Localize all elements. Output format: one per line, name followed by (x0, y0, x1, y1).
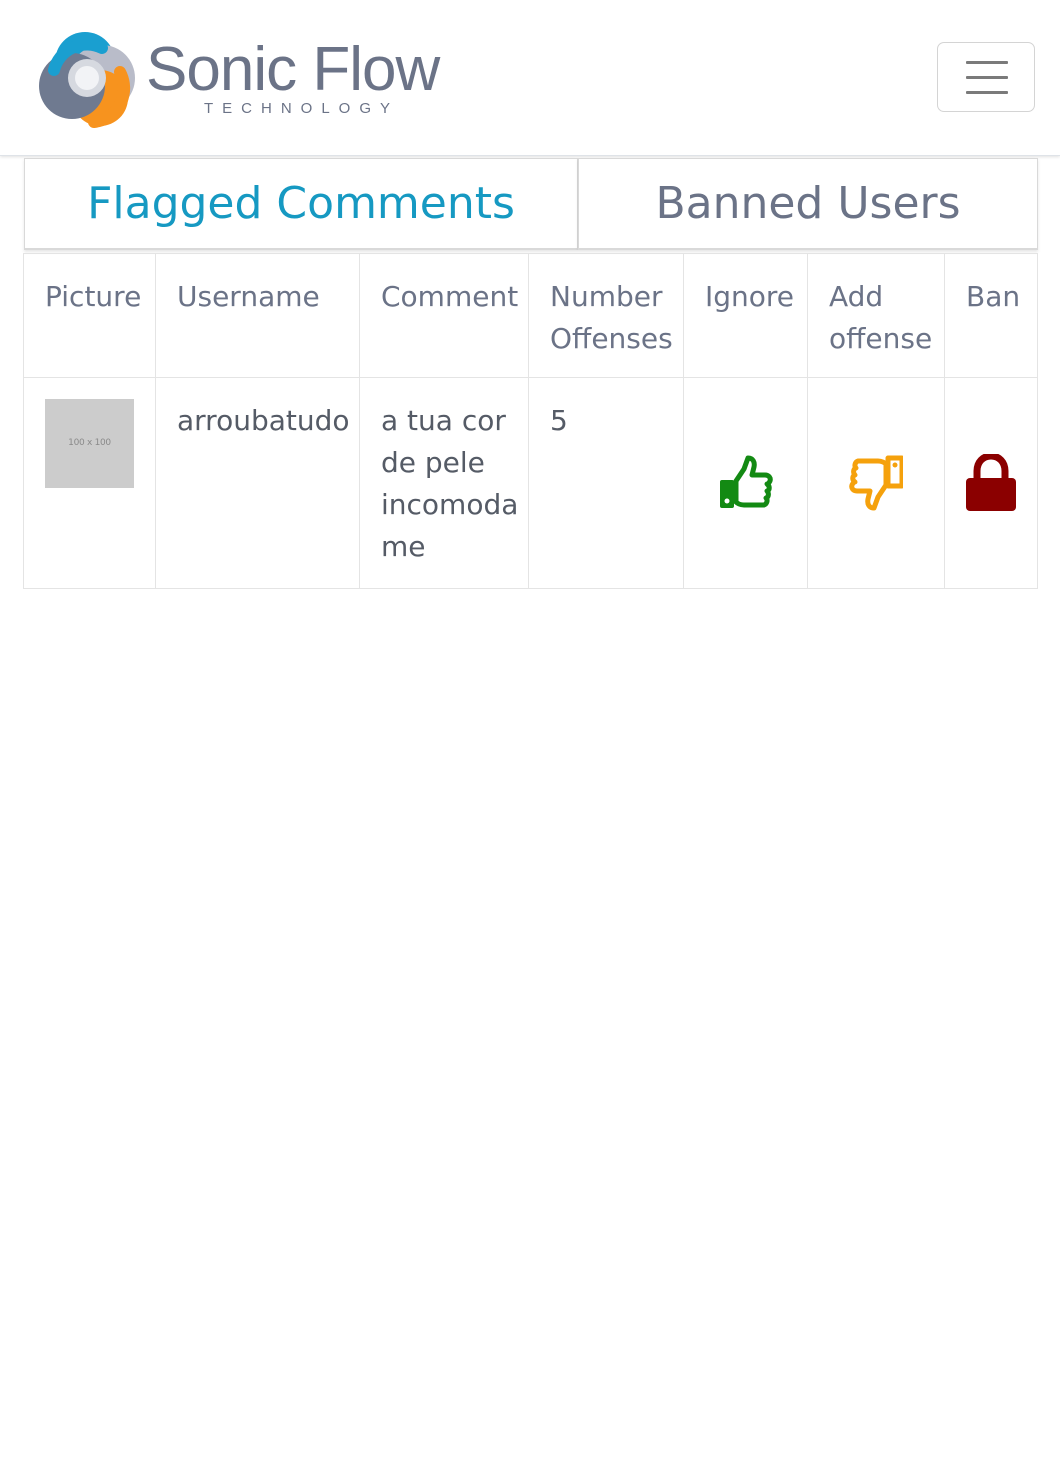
menu-toggle-button[interactable] (937, 42, 1035, 112)
flagged-comments-table: Picture Username Comment Number Offenses… (23, 253, 1038, 589)
user-picture-placeholder: 100 x 100 (45, 399, 134, 488)
cell-comment: a tua cor de pele incomoda me (359, 377, 529, 589)
column-header-picture: Picture (23, 253, 156, 378)
add-offense-button[interactable] (849, 454, 905, 524)
sonic-flow-logo-icon (39, 32, 135, 128)
cell-add-offense (807, 377, 945, 589)
thumbs-down-icon (849, 455, 905, 511)
brand-logo-link[interactable]: Sonic Flow TECHNOLOGY (36, 26, 456, 130)
tab-flagged-comments[interactable]: Flagged Comments (24, 158, 578, 250)
table-header-row: Picture Username Comment Number Offenses… (23, 253, 1038, 378)
tab-banned-users[interactable]: Banned Users (578, 158, 1038, 250)
tab-bar: Flagged Comments Banned Users (24, 158, 1038, 250)
navbar: Sonic Flow TECHNOLOGY (0, 0, 1060, 156)
brand-name: Sonic Flow (146, 35, 440, 104)
cell-number-offenses: 5 (528, 377, 684, 589)
cell-picture: 100 x 100 (23, 377, 156, 589)
thumbs-up-icon (719, 455, 773, 508)
table-row: 100 x 100 arroubatudo a tua cor de pele … (23, 377, 1038, 589)
column-header-ignore: Ignore (683, 253, 808, 378)
cell-ban (944, 377, 1038, 589)
ban-button[interactable] (965, 452, 1017, 524)
column-header-comment: Comment (359, 253, 529, 378)
cell-ignore (683, 377, 808, 589)
column-header-username: Username (155, 253, 360, 378)
ignore-button[interactable] (719, 454, 773, 524)
column-header-add-offense: Add offense (807, 253, 945, 378)
cell-username: arroubatudo (155, 377, 360, 589)
column-header-ban: Ban (944, 253, 1038, 378)
lock-icon (966, 452, 1016, 511)
column-header-number-offenses: Number Offenses (528, 253, 684, 378)
brand-subtitle: TECHNOLOGY (204, 100, 400, 117)
